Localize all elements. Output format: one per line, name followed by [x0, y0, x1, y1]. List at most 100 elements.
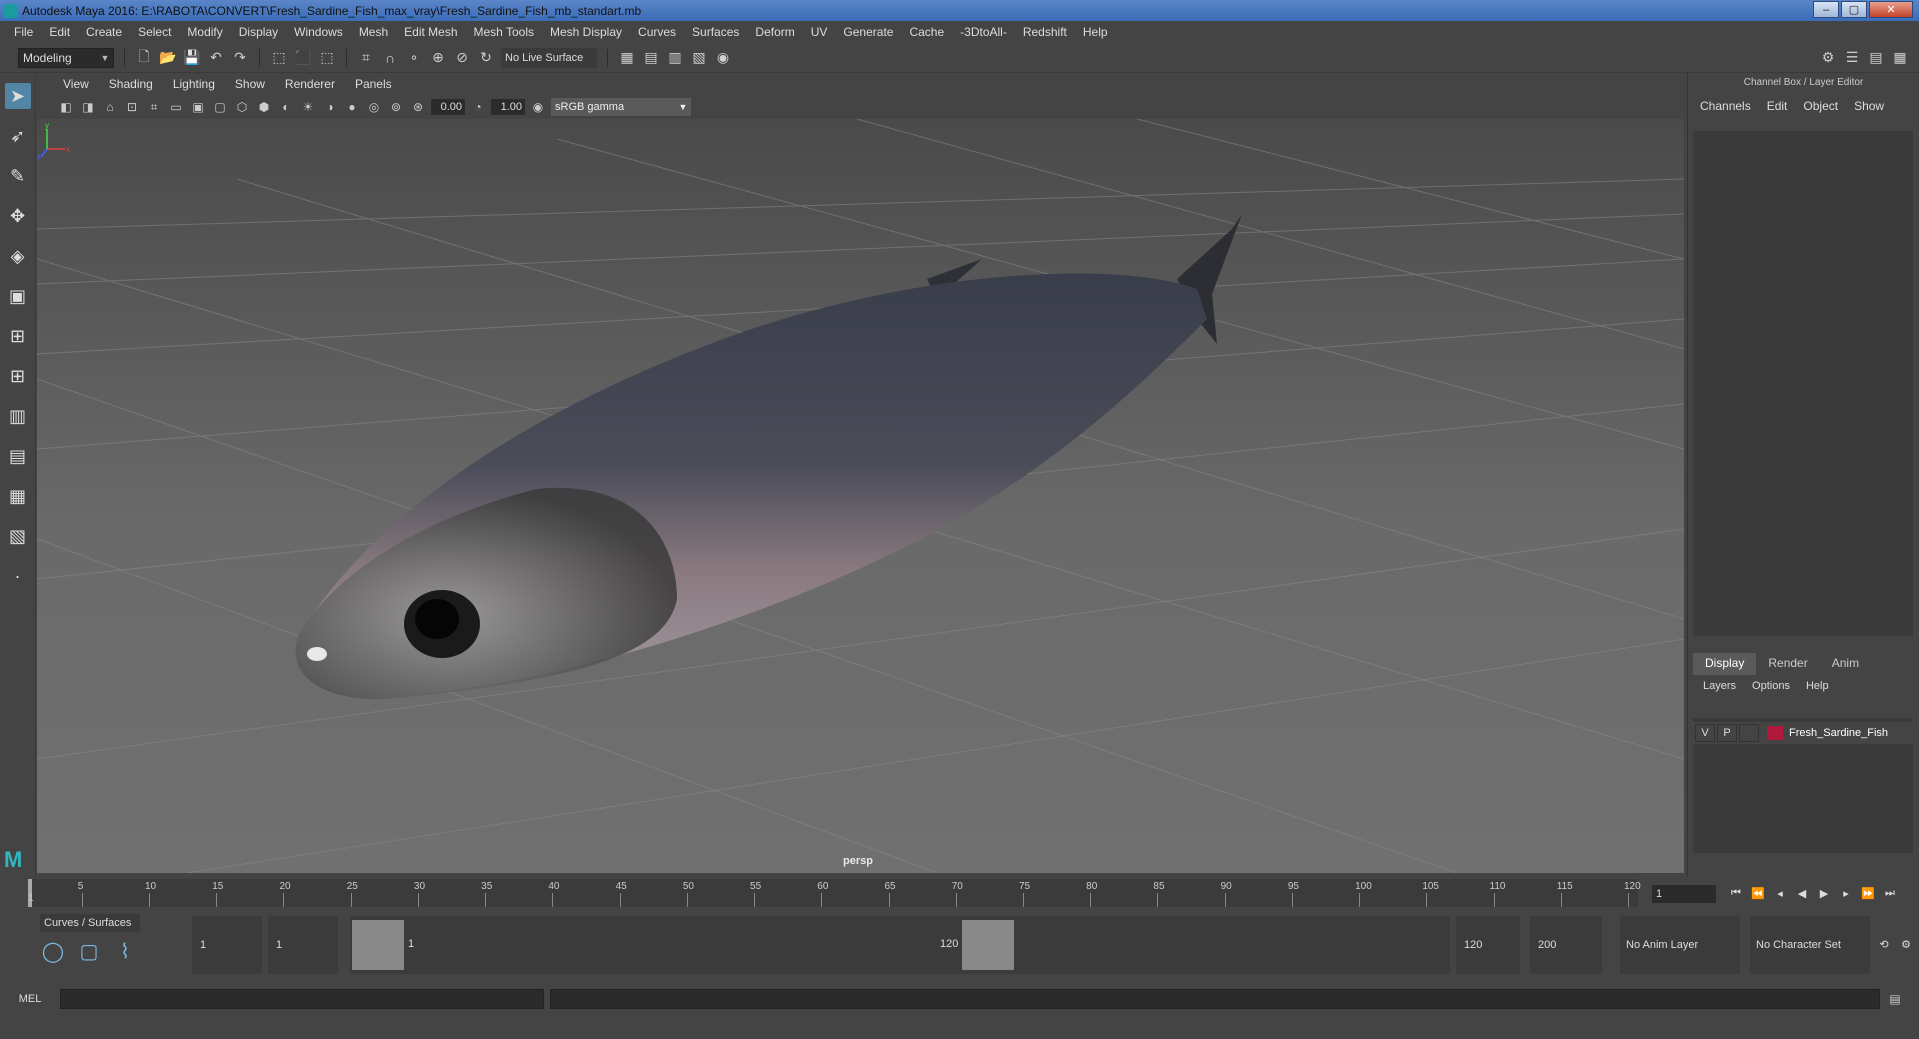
curve-icon[interactable]: ⌇ — [112, 938, 138, 964]
select-hierarchy-icon[interactable]: ⬚ — [270, 49, 288, 67]
mel-label[interactable]: MEL — [0, 993, 60, 1005]
menu-modify[interactable]: Modify — [179, 25, 230, 39]
rotate-tool-icon[interactable]: ◈ — [5, 243, 31, 269]
live-surface-field[interactable]: No Live Surface — [501, 47, 597, 68]
anim-layer-select[interactable]: No Anim Layer — [1620, 916, 1740, 974]
scale-tool-icon[interactable]: ▣ — [5, 283, 31, 309]
xray-icon[interactable]: ⊚ — [387, 98, 405, 116]
shadows-icon[interactable]: ◑ — [321, 98, 339, 116]
range-end-handle[interactable] — [962, 920, 1014, 970]
snap-grid-icon[interactable]: ⌗ — [357, 49, 375, 67]
exposure-icon[interactable]: ⊛ — [409, 98, 427, 116]
modeling-toolkit-icon[interactable]: ⚙ — [1819, 48, 1837, 66]
bookmark-icon[interactable]: ⌂ — [101, 98, 119, 116]
perspective-viewport[interactable]: x y z persp — [37, 119, 1684, 873]
isolate-select-icon[interactable]: ◎ — [365, 98, 383, 116]
snap-surface-icon[interactable]: ⊘ — [453, 49, 471, 67]
layer-color-swatch[interactable] — [1767, 726, 1783, 740]
ambient-occlusion-icon[interactable]: ● — [343, 98, 361, 116]
lasso-tool-icon[interactable]: ➶ — [5, 123, 31, 149]
menu-surfaces[interactable]: Surfaces — [684, 25, 747, 39]
playback-start-field[interactable]: 1 — [268, 916, 338, 974]
paint-select-icon[interactable]: ✎ — [5, 163, 31, 189]
channel-box-body[interactable] — [1693, 131, 1913, 636]
menu-edit-mesh[interactable]: Edit Mesh — [396, 25, 465, 39]
menu-curves[interactable]: Curves — [630, 25, 684, 39]
select-object-icon[interactable]: ⬛ — [294, 49, 312, 67]
color-space-select[interactable]: sRGB gamma ▼ — [551, 98, 691, 116]
close-button[interactable]: ✕ — [1869, 1, 1913, 18]
play-backward-icon[interactable]: ◀ — [1794, 885, 1810, 901]
menu-windows[interactable]: Windows — [286, 25, 351, 39]
side-by-side-layout-icon[interactable]: ▥ — [5, 403, 31, 429]
viewport-menu-show[interactable]: Show — [225, 77, 275, 91]
save-scene-icon[interactable]: 💾 — [183, 49, 201, 67]
menu-3dtoall[interactable]: -3DtoAll- — [952, 25, 1015, 39]
channel-box-menu-object[interactable]: Object — [1803, 99, 1854, 113]
open-scene-icon[interactable]: 📂 — [159, 49, 177, 67]
textured-icon[interactable]: ◐ — [277, 98, 295, 116]
animation-start-field[interactable]: 1 — [192, 916, 262, 974]
menu-deform[interactable]: Deform — [747, 25, 802, 39]
menu-cache[interactable]: Cache — [901, 25, 952, 39]
channel-box-menu-show[interactable]: Show — [1854, 99, 1900, 113]
command-input[interactable] — [60, 989, 544, 1009]
redo-icon[interactable]: ↷ — [231, 49, 249, 67]
layer-menu-help[interactable]: Help — [1806, 680, 1845, 692]
circle-icon[interactable]: ◯ — [40, 938, 66, 964]
menu-mesh-display[interactable]: Mesh Display — [542, 25, 630, 39]
menu-select[interactable]: Select — [130, 25, 179, 39]
auto-key-icon[interactable]: ⟲ — [1876, 936, 1892, 952]
color-management-icon[interactable]: ◉ — [529, 98, 547, 116]
channel-box-icon[interactable]: ▦ — [1891, 48, 1909, 66]
step-forward-frame-icon[interactable]: ▸ — [1838, 885, 1854, 901]
mode-select[interactable]: Modeling ▼ — [18, 47, 114, 68]
script-editor-icon[interactable]: ▤ — [1886, 990, 1904, 1008]
layer-menu-options[interactable]: Options — [1752, 680, 1806, 692]
menu-generate[interactable]: Generate — [835, 25, 901, 39]
film-gate-icon[interactable]: ▭ — [167, 98, 185, 116]
wireframe-icon[interactable]: ⬡ — [233, 98, 251, 116]
step-back-frame-icon[interactable]: ◂ — [1772, 885, 1788, 901]
ipr-render-icon[interactable]: ▤ — [642, 49, 660, 67]
menu-create[interactable]: Create — [78, 25, 130, 39]
channel-box-menu-channels[interactable]: Channels — [1700, 99, 1767, 113]
go-to-end-icon[interactable]: ⏭ — [1882, 885, 1898, 901]
tool-settings-icon[interactable]: ▤ — [1867, 48, 1885, 66]
snap-point-icon[interactable]: ∘ — [405, 49, 423, 67]
layer-playback-toggle[interactable]: P — [1717, 724, 1737, 742]
layer-display-type[interactable] — [1739, 724, 1759, 742]
menu-display[interactable]: Display — [231, 25, 286, 39]
gamma-icon[interactable]: ◔ — [469, 98, 487, 116]
menu-help[interactable]: Help — [1075, 25, 1116, 39]
hypershade-layout-icon[interactable]: ▧ — [5, 523, 31, 549]
render-view-icon[interactable]: ◉ — [714, 49, 732, 67]
tab-render[interactable]: Render — [1756, 653, 1819, 675]
hypershade-icon[interactable]: ▧ — [690, 49, 708, 67]
select-tool-icon[interactable]: ➤ — [4, 83, 31, 109]
menu-edit[interactable]: Edit — [41, 25, 78, 39]
outliner-layout-icon[interactable]: ▤ — [5, 443, 31, 469]
layer-name[interactable]: Fresh_Sardine_Fish — [1789, 727, 1888, 739]
menu-uv[interactable]: UV — [803, 25, 836, 39]
range-slider[interactable]: 1 120 — [350, 916, 1450, 974]
lights-icon[interactable]: ☀ — [299, 98, 317, 116]
viewport-menu-shading[interactable]: Shading — [99, 77, 163, 91]
exposure-field[interactable]: 0.00 — [431, 99, 465, 115]
attribute-editor-icon[interactable]: ☰ — [1843, 48, 1861, 66]
layer-visibility-toggle[interactable]: V — [1695, 724, 1715, 742]
preferences-icon[interactable]: ⚙ — [1898, 936, 1914, 952]
minimize-button[interactable]: ‒ — [1813, 1, 1839, 18]
step-forward-key-icon[interactable]: ⏩ — [1860, 885, 1876, 901]
viewport-menu-panels[interactable]: Panels — [345, 77, 402, 91]
render-frame-icon[interactable]: ▦ — [618, 49, 636, 67]
channel-box-menu-edit[interactable]: Edit — [1767, 99, 1804, 113]
viewport-menu-view[interactable]: View — [53, 77, 99, 91]
smooth-shade-icon[interactable]: ⬢ — [255, 98, 273, 116]
snap-view-icon[interactable]: ⊕ — [429, 49, 447, 67]
layer-menu-layers[interactable]: Layers — [1703, 680, 1752, 692]
grid-toggle-icon[interactable]: ⌗ — [145, 98, 163, 116]
step-back-key-icon[interactable]: ⏪ — [1750, 885, 1766, 901]
play-forward-icon[interactable]: ▶ — [1816, 885, 1832, 901]
snap-curve-icon[interactable]: ∩ — [381, 49, 399, 67]
